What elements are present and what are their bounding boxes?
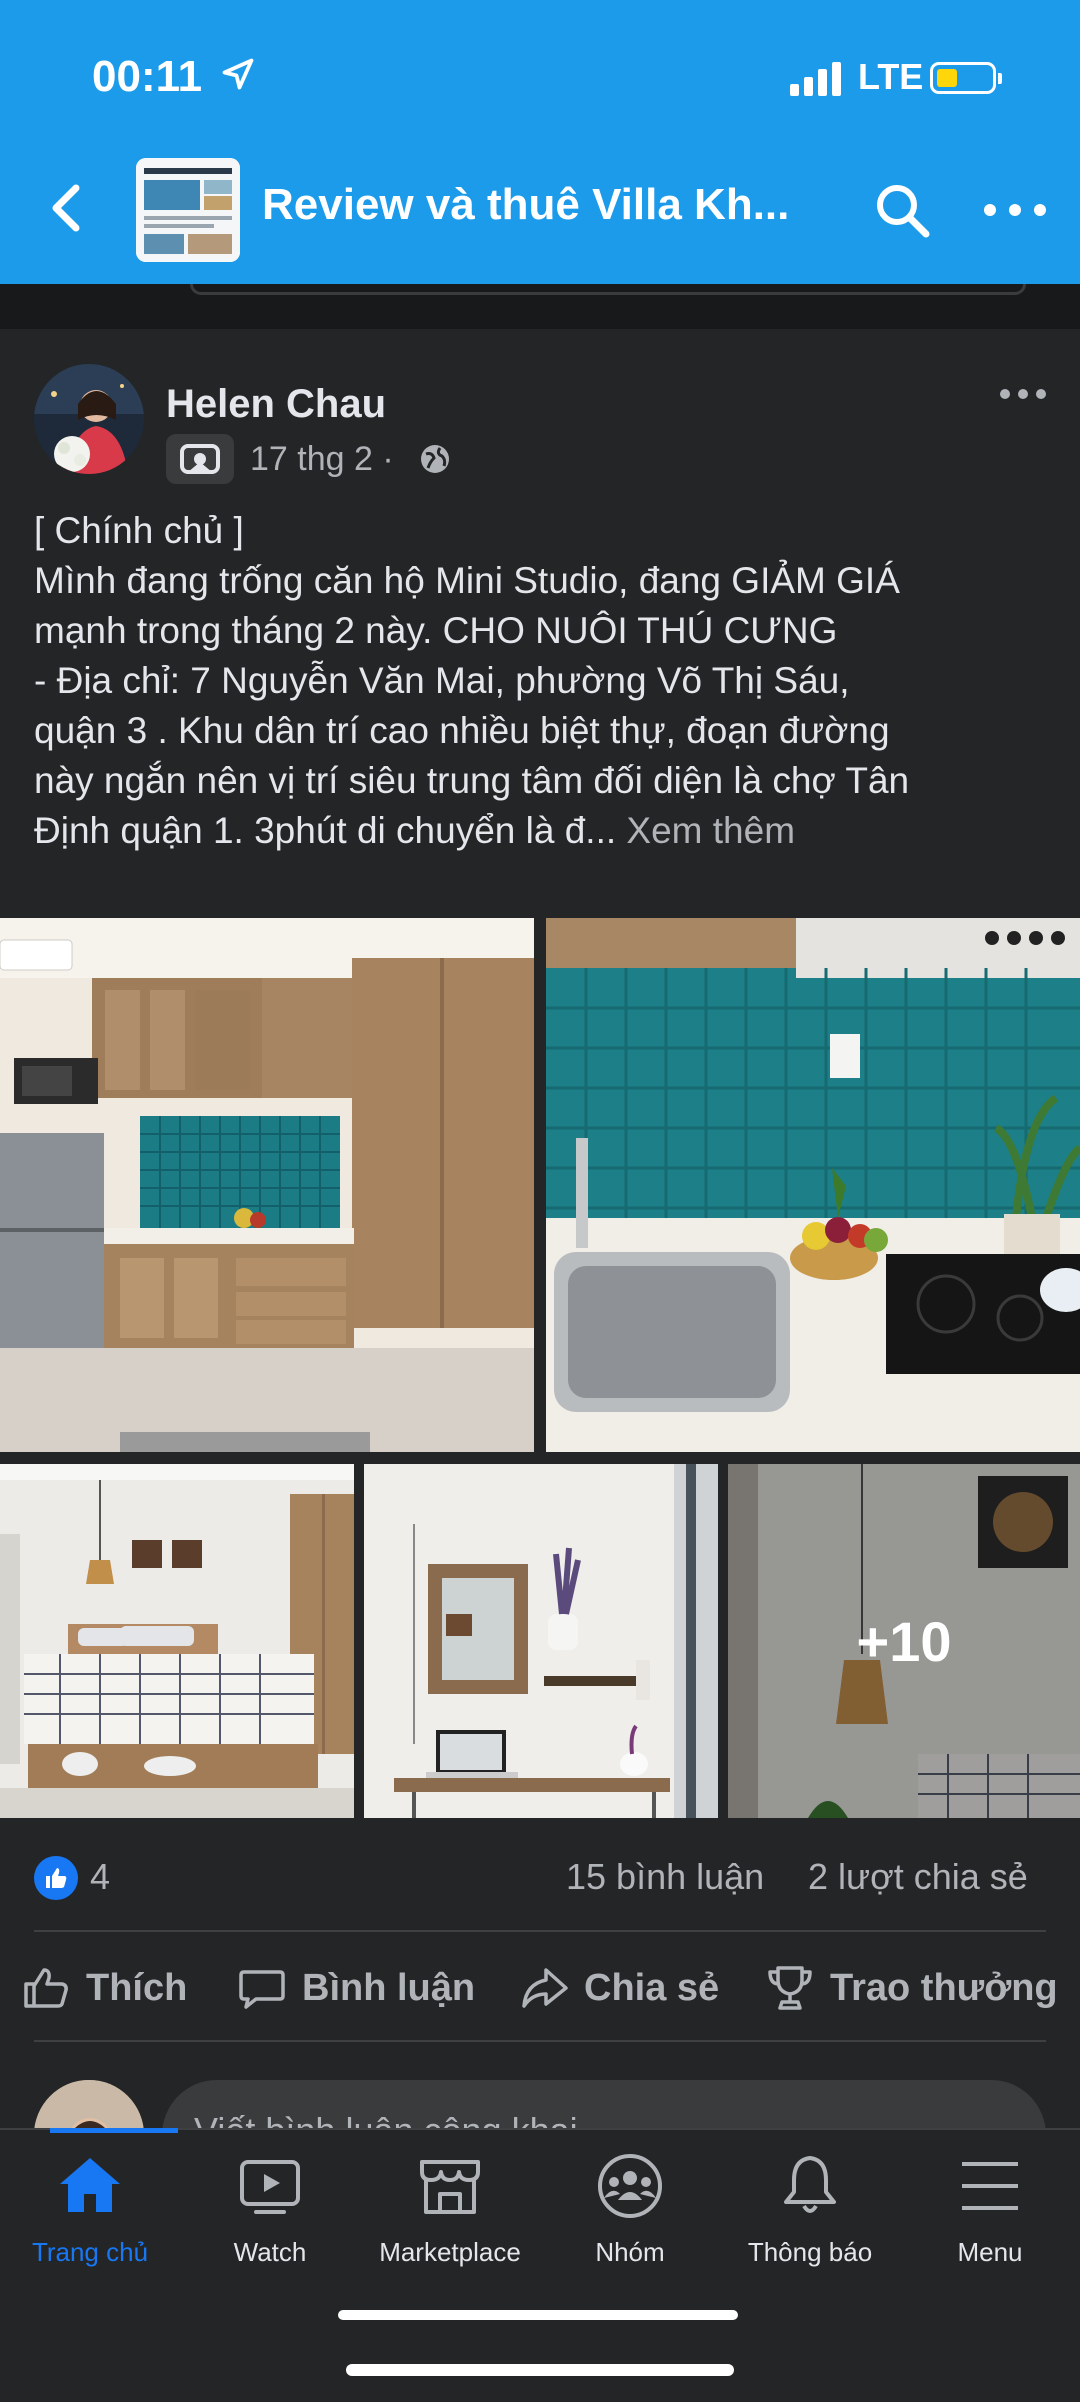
home-indicator-secondary[interactable] <box>346 2364 734 2376</box>
notification-bell-icon <box>784 2156 836 2213</box>
group-title[interactable]: Review và thuê Villa Kh... <box>262 180 822 230</box>
like-label: Thích <box>86 1966 188 2009</box>
divider <box>34 2040 1046 2042</box>
search-icon[interactable] <box>872 180 932 240</box>
signal-icon <box>790 62 841 96</box>
share-count[interactable]: 2 lượt chia sẻ <box>808 1856 1028 1898</box>
comment-count[interactable]: 15 bình luận <box>566 1856 764 1898</box>
nav-watch-label: Watch <box>233 2237 307 2267</box>
post-photo-sink[interactable] <box>546 918 1080 1452</box>
back-arrow-icon[interactable] <box>42 178 92 238</box>
like-button[interactable]: Thích <box>20 1958 187 2018</box>
marketplace-store-icon <box>420 2160 480 2214</box>
member-badge-icon <box>166 434 234 484</box>
post-text-line: mạnh trong tháng 2 này. CHO NUÔI THÚ CƯN… <box>34 610 838 651</box>
post-author-name[interactable]: Helen Chau <box>166 382 386 427</box>
group-cover-thumbnail[interactable] <box>136 158 240 262</box>
battery-icon <box>930 62 1002 94</box>
groups-icon <box>598 2154 662 2218</box>
thumbs-up-icon <box>24 1968 68 2008</box>
trophy-icon <box>768 1966 812 2010</box>
post-text-line: quận 3 . Khu dân trí cao nhiều biệt thự,… <box>34 710 890 751</box>
post-text-line: Mình đang trống căn hộ Mini Studio, đang… <box>34 560 900 601</box>
nav-notifications-label: Thông báo <box>747 2237 873 2267</box>
menu-hamburger-icon <box>962 2162 1018 2210</box>
watch-video-icon <box>240 2160 300 2214</box>
more-options-icon[interactable] <box>980 190 1050 230</box>
nav-home-label: Trang chủ <box>31 2237 149 2267</box>
see-more-link[interactable]: Xem thêm <box>626 810 795 851</box>
nav-menu-label: Menu <box>957 2237 1023 2267</box>
divider <box>34 1930 1046 1932</box>
post-text-line: này ngắn nên vị trí siêu trung tâm đối d… <box>34 760 910 801</box>
author-avatar[interactable] <box>34 364 144 474</box>
more-photos-overlay[interactable]: +10 <box>728 1464 1080 1818</box>
like-reaction-icon[interactable] <box>34 1856 78 1900</box>
comment-label: Bình luận <box>302 1966 476 2009</box>
post-body-text: [ Chính chủ ] Mình đang trống căn hộ Min… <box>34 506 1044 856</box>
share-arrow-icon <box>522 1968 568 2008</box>
nav-marketplace-label: Marketplace <box>379 2237 521 2267</box>
comment-button[interactable]: Bình luận <box>236 1958 475 2018</box>
share-label: Chia sẻ <box>584 1966 720 2009</box>
home-indicator[interactable] <box>338 2310 738 2320</box>
post-timestamp[interactable]: 17 thg 2 · <box>250 440 394 479</box>
nav-watch[interactable]: Watch <box>180 2150 360 2268</box>
award-button[interactable]: Trao thưởng <box>764 1958 1058 2018</box>
share-button[interactable]: Chia sẻ <box>518 1958 719 2018</box>
active-tab-indicator <box>50 2128 178 2133</box>
post-photo-lamp-more[interactable]: +10 <box>728 1464 1080 1818</box>
post-photo-desk[interactable] <box>364 1464 718 1818</box>
like-count[interactable]: 4 <box>90 1856 110 1898</box>
nav-groups-label: Nhóm <box>595 2237 665 2267</box>
post-photo-bedroom[interactable] <box>0 1464 354 1818</box>
award-label: Trao thưởng <box>830 1966 1058 2009</box>
post-photo-kitchen[interactable] <box>0 918 534 1452</box>
post-text-line: [ Chính chủ ] <box>34 510 244 551</box>
post-text-line: - Địa chỉ: 7 Nguyễn Văn Mai, phường Võ T… <box>34 660 850 701</box>
meta-separator: · <box>382 440 394 478</box>
post-date[interactable]: 17 thg 2 <box>250 440 373 478</box>
section-divider <box>0 284 1080 329</box>
nav-groups[interactable]: Nhóm <box>540 2150 720 2268</box>
location-arrow-icon <box>222 58 254 90</box>
post-text-line: Định quận 1. 3phút di chuyển là đ... <box>34 810 617 851</box>
comment-bubble-icon <box>239 1970 285 2009</box>
home-icon <box>60 2158 120 2212</box>
public-globe-icon <box>421 445 449 473</box>
nav-home[interactable]: Trang chủ <box>0 2150 180 2268</box>
post-more-options-icon[interactable] <box>998 384 1048 404</box>
nav-menu[interactable]: Menu <box>900 2150 1080 2268</box>
nav-marketplace[interactable]: Marketplace <box>360 2150 540 2268</box>
status-time: 00:11 <box>92 52 203 101</box>
nav-notifications[interactable]: Thông báo <box>720 2150 900 2268</box>
network-type: LTE <box>858 56 924 97</box>
